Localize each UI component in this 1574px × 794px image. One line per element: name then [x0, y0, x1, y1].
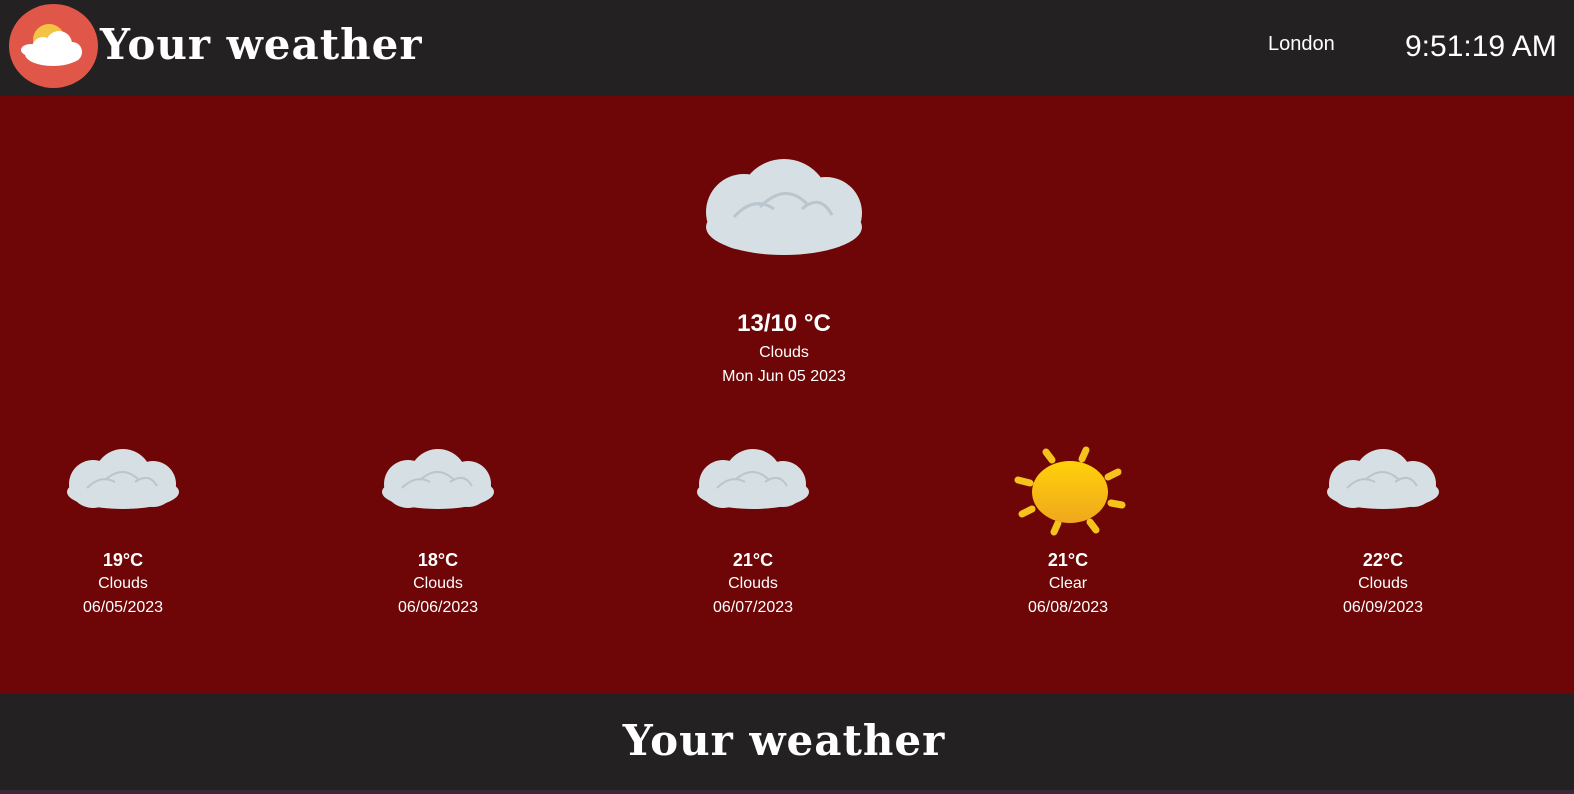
forecast-date: 06/07/2023: [712, 599, 794, 616]
current-condition: Clouds: [759, 344, 809, 361]
cloud-icon: [1327, 449, 1439, 509]
forecast-day: 18°C Clouds 06/06/2023: [338, 448, 538, 620]
app-header: Your weather London 9:51:19 AM: [0, 0, 1574, 96]
footer-title: Your weather: [622, 716, 946, 765]
forecast-date: 06/08/2023: [1027, 599, 1109, 616]
cloud-icon: [67, 449, 179, 509]
forecast-date: 06/05/2023: [82, 599, 164, 616]
forecast-temperature: 21°C: [732, 550, 774, 570]
city-name: London: [1268, 33, 1335, 55]
forecast-day: 21°C Clear 06/08/2023: [968, 446, 1168, 620]
forecast-date: 06/09/2023: [1342, 599, 1424, 616]
forecast-temperature: 18°C: [417, 550, 459, 570]
app-footer: Your weather: [0, 694, 1574, 794]
current-weather-icon-wrap: [704, 157, 864, 262]
current-temperature: 13/10 °C: [737, 310, 831, 337]
app-title: Your weather: [100, 20, 423, 69]
forecast-condition: Clouds: [728, 575, 778, 592]
forecast-condition: Clear: [1048, 575, 1088, 592]
forecast-day: 19°C Clouds 06/05/2023: [23, 448, 223, 620]
cloud-icon: [382, 449, 494, 509]
forecast-temperature: 22°C: [1362, 550, 1404, 570]
forecast-temperature: 19°C: [102, 550, 144, 570]
forecast-list: 19°C Clouds 06/05/2023 18°C Clouds 06/06…: [0, 446, 1574, 628]
forecast-day: 22°C Clouds 06/09/2023: [1283, 448, 1483, 620]
sun-icon: [1014, 446, 1126, 536]
forecast-day: 21°C Clouds 06/07/2023: [653, 448, 853, 620]
cloud-icon: [706, 159, 862, 255]
weather-panel: 13/10 °C Clouds Mon Jun 05 2023 19°C Clo…: [0, 96, 1574, 694]
app-logo[interactable]: [9, 4, 98, 88]
partly-cloudy-icon: [21, 24, 82, 66]
forecast-condition: Clouds: [98, 575, 148, 592]
forecast-condition: Clouds: [413, 575, 463, 592]
current-time: 9:51:19 AM: [1405, 30, 1557, 63]
current-date: Mon Jun 05 2023: [722, 368, 846, 385]
footer-divider: [0, 790, 1574, 794]
forecast-date: 06/06/2023: [397, 599, 479, 616]
forecast-condition: Clouds: [1358, 575, 1408, 592]
cloud-icon: [697, 449, 809, 509]
forecast-temperature: 21°C: [1047, 550, 1089, 570]
